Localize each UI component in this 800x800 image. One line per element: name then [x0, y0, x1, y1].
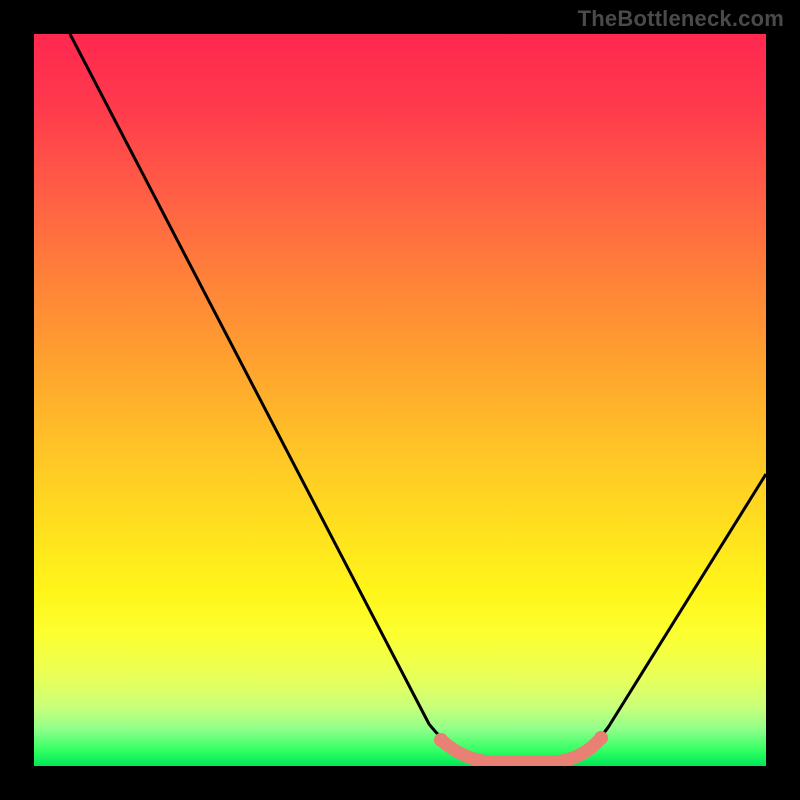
highlight-dot-left [434, 733, 448, 747]
curve-layer [34, 34, 766, 766]
bottleneck-curve [70, 34, 766, 760]
plot-area [34, 34, 766, 766]
highlight-dot-right [594, 731, 608, 745]
chart-frame: TheBottleneck.com [0, 0, 800, 800]
watermark-text: TheBottleneck.com [578, 6, 784, 32]
highlight-band [441, 738, 601, 762]
